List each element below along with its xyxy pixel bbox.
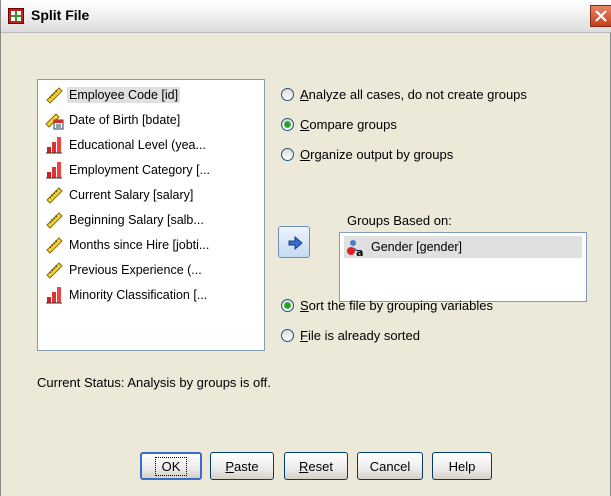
radio-button-checked[interactable] <box>281 299 294 312</box>
paste-button[interactable]: Paste <box>210 452 274 480</box>
access-key: O <box>300 147 311 162</box>
reset-button-label: Reset <box>299 459 333 474</box>
list-item[interactable]: Educational Level (yea... <box>42 134 260 156</box>
analyze-all-radio[interactable]: Analyze all cases, do not create groups <box>281 87 527 102</box>
access-key: A <box>300 87 309 102</box>
cancel-button[interactable]: Cancel <box>357 452 423 480</box>
list-item[interactable]: Months since Hire [jobti... <box>42 234 260 256</box>
list-item[interactable]: Current Salary [salary] <box>42 184 260 206</box>
list-item-label: Employment Category [... <box>69 163 211 177</box>
list-item[interactable]: Date of Birth [bdate] <box>42 109 260 131</box>
list-item-label: Educational Level (yea... <box>69 138 206 152</box>
nominal-person-icon: a <box>347 240 363 257</box>
radio-button[interactable] <box>281 329 294 342</box>
scale-ruler-icon <box>46 262 63 279</box>
move-variable-button[interactable] <box>278 226 310 258</box>
cancel-button-label: Cancel <box>369 458 411 474</box>
split-file-dialog: Split File Employee Code [id] Date of Bi… <box>0 0 611 496</box>
list-item-label: Gender [gender] <box>371 240 463 254</box>
close-button[interactable] <box>590 5 611 27</box>
close-icon <box>595 10 607 22</box>
access-key: F <box>300 328 308 343</box>
list-item-label: Employee Code [id] <box>67 87 181 103</box>
list-item[interactable]: Beginning Salary [salb... <box>42 209 260 231</box>
radio-button[interactable] <box>281 88 294 101</box>
title-bar[interactable]: Split File <box>1 0 611 33</box>
compare-groups-radio[interactable]: Compare groups <box>281 117 397 132</box>
list-item-label: Current Salary [salary] <box>69 188 194 202</box>
access-key: P <box>225 458 235 474</box>
scale-ruler-icon <box>46 187 63 204</box>
reset-button[interactable]: Reset <box>284 452 348 480</box>
radio-label: rganize output by groups <box>310 147 454 162</box>
ok-button-label: OK <box>154 456 188 476</box>
help-button[interactable]: Help <box>432 452 492 480</box>
source-variable-list[interactable]: Employee Code [id] Date of Birth [bdate]… <box>37 79 265 351</box>
list-item-label: Minority Classification [... <box>69 288 208 302</box>
radio-label: ort the file by grouping variables <box>308 298 493 313</box>
access-key: S <box>300 298 309 313</box>
groups-based-on-label: Groups Based on: <box>347 213 452 228</box>
list-item-label: Previous Experience (... <box>69 263 202 277</box>
arrow-right-icon <box>288 235 303 251</box>
current-status-text: Current Status: Analysis by groups is of… <box>37 375 271 390</box>
scale-ruler-icon <box>46 237 63 254</box>
window-title: Split File <box>31 7 90 23</box>
groups-based-on-list[interactable]: a Gender [gender] <box>339 232 587 302</box>
list-item[interactable]: a Gender [gender] <box>344 236 582 258</box>
help-button-label: Help <box>448 458 476 474</box>
list-item-label: Beginning Salary [salb... <box>69 213 204 227</box>
radio-label: ompare groups <box>309 117 397 132</box>
split-file-icon <box>8 8 24 24</box>
access-key: C <box>300 117 310 132</box>
label-rest: eset <box>308 458 333 474</box>
access-key: R <box>299 458 309 474</box>
label-rest: aste <box>234 458 259 474</box>
radio-label: nalyze all cases, do not create groups <box>308 87 527 102</box>
radio-button[interactable] <box>281 148 294 161</box>
list-item[interactable]: Previous Experience (... <box>42 259 260 281</box>
sort-file-radio[interactable]: Sort the file by grouping variables <box>281 298 493 313</box>
already-sorted-radio[interactable]: File is already sorted <box>281 328 420 343</box>
ok-button[interactable]: OK <box>140 452 202 480</box>
organize-output-radio[interactable]: Organize output by groups <box>281 147 453 162</box>
ordinal-bars-icon <box>46 162 62 179</box>
svg-text:a: a <box>356 246 363 257</box>
ordinal-bars-icon <box>46 287 62 304</box>
date-scale-icon <box>45 113 64 130</box>
scale-ruler-icon <box>46 212 63 229</box>
list-item[interactable]: Minority Classification [... <box>42 284 260 306</box>
list-item[interactable]: Employment Category [... <box>42 159 260 181</box>
radio-label: ile is already sorted <box>307 328 420 343</box>
paste-button-label: Paste <box>225 459 258 474</box>
list-item-label: Months since Hire [jobti... <box>69 238 210 252</box>
list-item-label: Date of Birth [bdate] <box>69 113 181 127</box>
list-item[interactable]: Employee Code [id] <box>42 84 260 106</box>
radio-button-checked[interactable] <box>281 118 294 131</box>
ordinal-bars-icon <box>46 137 62 154</box>
scale-ruler-icon <box>46 87 63 104</box>
